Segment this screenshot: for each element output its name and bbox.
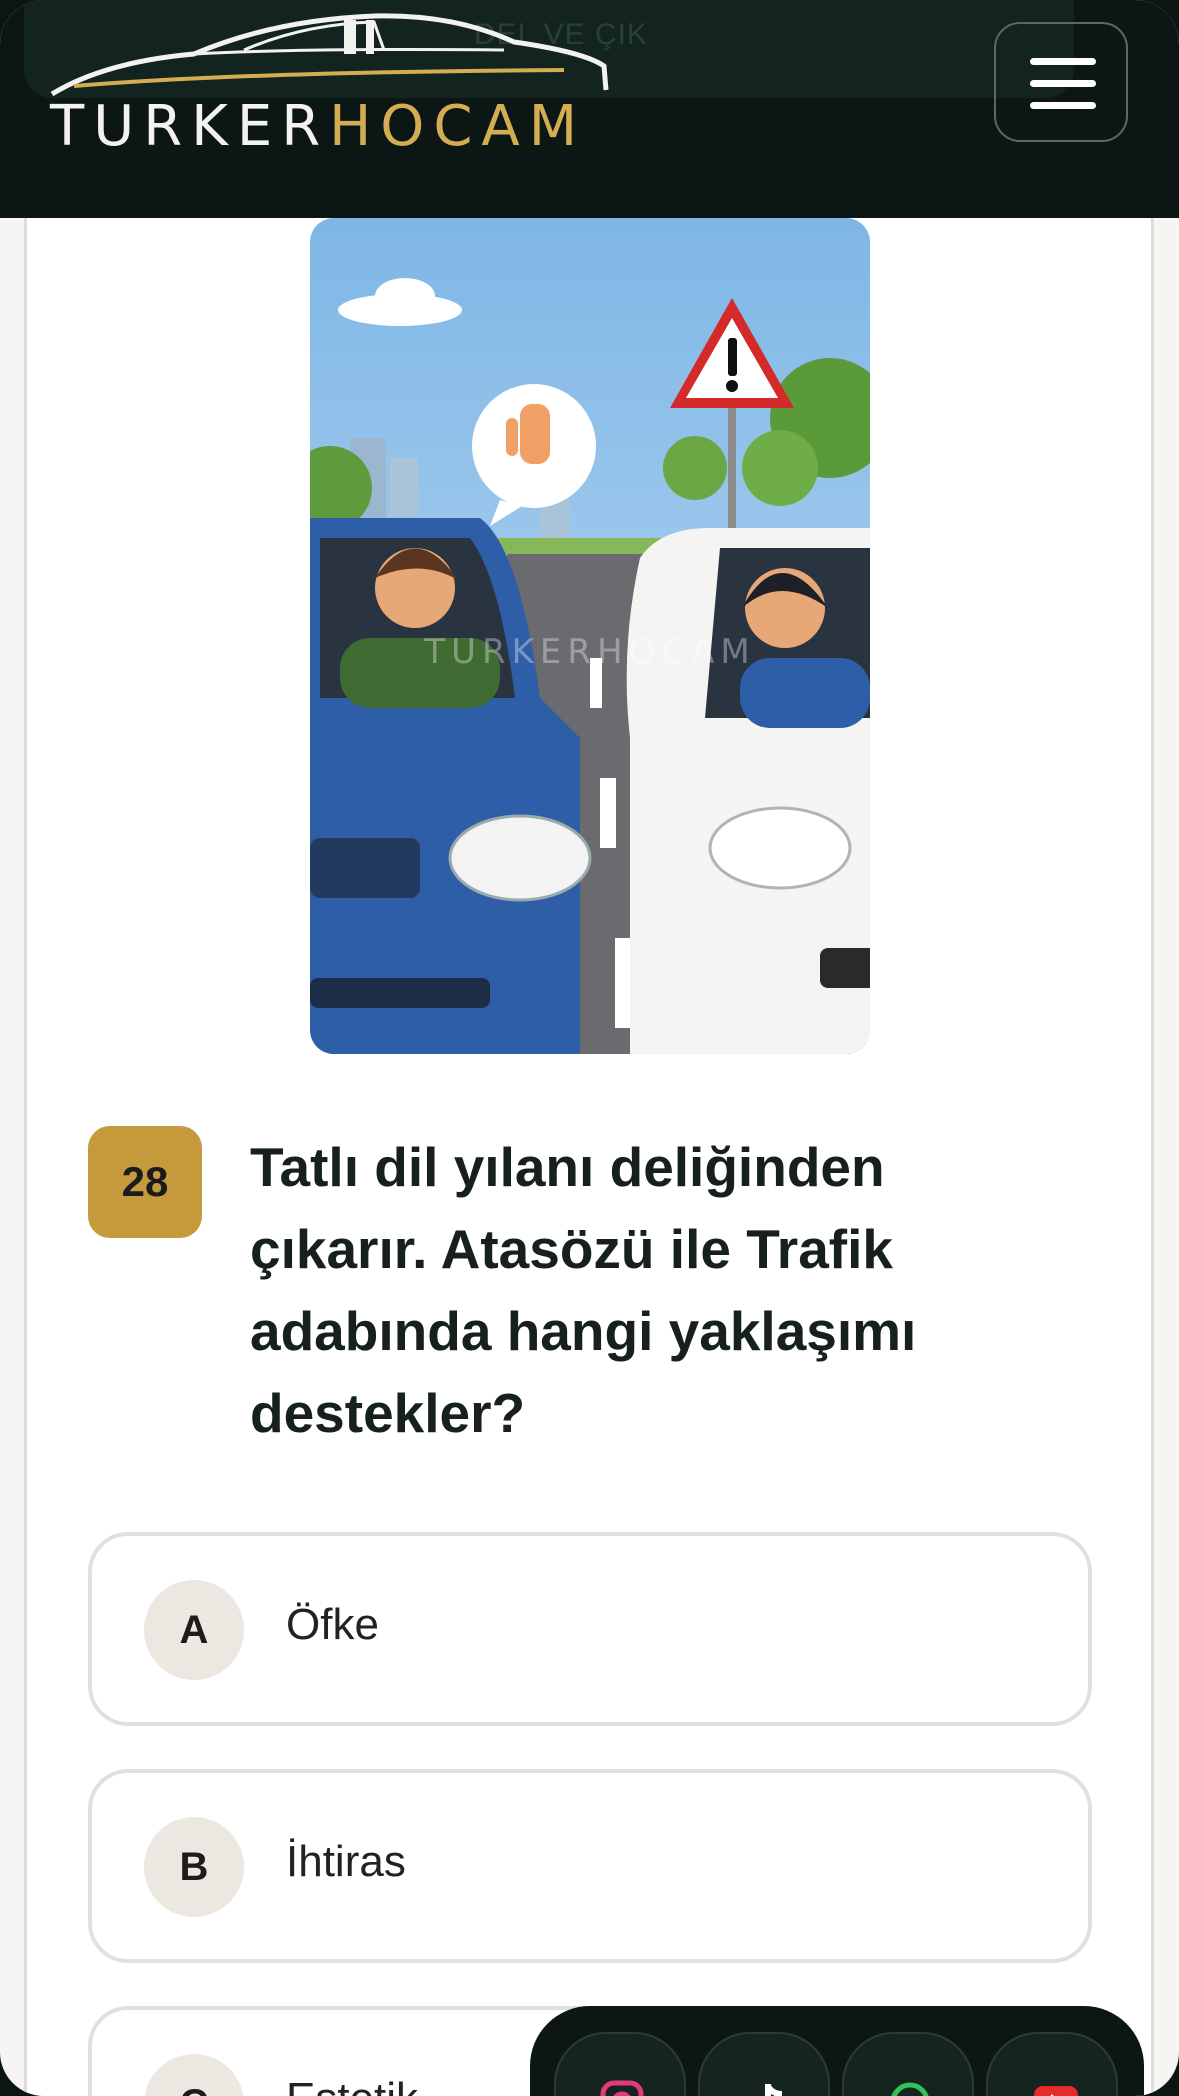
question-number-badge: 28: [88, 1126, 202, 1238]
option-letter: A: [144, 1580, 244, 1680]
car-outline-icon: [50, 13, 609, 97]
instagram-button[interactable]: [554, 2032, 686, 2096]
option-letter: B: [144, 1817, 244, 1917]
tiktok-icon: [765, 2084, 783, 2096]
question-text: Tatlı dil yılanı deliğinden çıkarır. Ata…: [250, 1136, 917, 1444]
whatsapp-icon: [891, 2082, 929, 2096]
logo-text-hocam: HOCAM: [329, 94, 587, 159]
option-label: Öfke: [286, 1600, 379, 1649]
illustration-watermark: TURKERHOCAM: [423, 632, 755, 672]
site-logo[interactable]: TURKERHOCAM: [44, 2, 624, 159]
instagram-icon: [600, 2080, 644, 2096]
menu-button[interactable]: [994, 22, 1128, 142]
whatsapp-button[interactable]: [842, 2032, 974, 2096]
site-header: DEL VE ÇIK TURKERHOCAM: [0, 0, 1179, 218]
hamburger-icon: [1030, 102, 1096, 109]
option-label: Estetik: [286, 2074, 418, 2096]
tiktok-button[interactable]: [698, 2032, 830, 2096]
youtube-button[interactable]: [986, 2032, 1118, 2096]
youtube-icon: [1034, 2086, 1078, 2096]
option-label: İhtiras: [286, 1837, 406, 1886]
option-a[interactable]: A Öfke: [88, 1532, 1092, 1726]
social-bar: [530, 2006, 1144, 2096]
logo-text: TURKERHOCAM: [50, 94, 586, 159]
page: TURKERHOCAM 28 Tatlı dil yılanı deliğind…: [0, 0, 1179, 2096]
question-illustration: TURKERHOCAM: [310, 218, 870, 1054]
option-letter: C: [144, 2054, 244, 2096]
hamburger-icon: [1030, 58, 1096, 65]
hamburger-icon: [1030, 80, 1096, 87]
logo-text-turker: TURKER: [50, 94, 330, 159]
option-b[interactable]: B İhtiras: [88, 1769, 1092, 1963]
